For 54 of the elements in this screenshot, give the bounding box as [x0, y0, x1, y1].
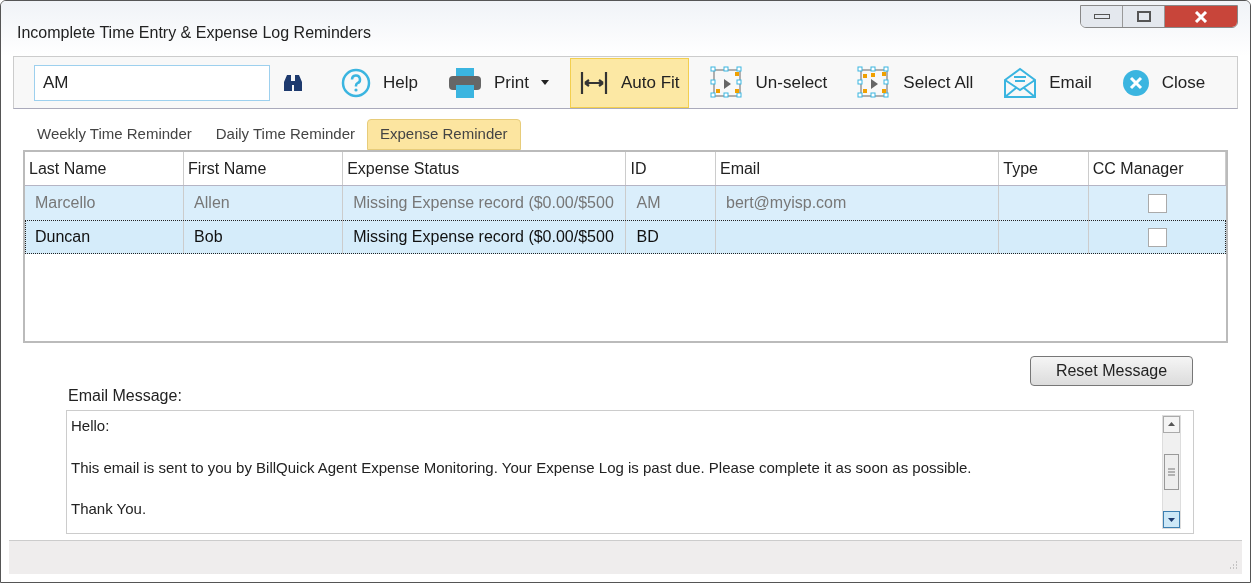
window-title: Incomplete Time Entry & Expense Log Reminders — [17, 22, 371, 43]
printer-icon — [447, 66, 482, 99]
table-cell-text: Missing Expense record ($0.00/$500 — [353, 193, 614, 213]
binoculars-icon — [282, 73, 304, 92]
reset-message-button[interactable]: Reset Message — [1030, 356, 1193, 386]
column-header[interactable]: Email — [715, 152, 1000, 185]
toolbar-button[interactable]: Print — [438, 57, 558, 108]
tab[interactable]: Expense Reminder — [367, 119, 521, 150]
scroll-down-icon — [1163, 511, 1180, 528]
table-row[interactable]: Marcello Allen Missing Expense record ($0.00/$500 AM bert@myisp.com — [25, 186, 1226, 220]
close-icon — [1121, 68, 1150, 97]
column-header[interactable]: CC Manager — [1088, 152, 1226, 185]
search-field[interactable]: AM — [34, 64, 270, 101]
envelope-icon — [1003, 66, 1038, 99]
toolbar-button[interactable]: Close — [1112, 57, 1215, 108]
message-paragraph: Thank You. — [71, 499, 148, 519]
table-cell-text: Allen — [194, 193, 230, 213]
checkbox[interactable] — [1147, 227, 1167, 247]
column-header[interactable]: Expense Status — [343, 152, 627, 185]
close-icon — [1194, 10, 1208, 23]
email-message-field[interactable]: Hello: This email is sent to you by BillQuick Agent Expense Monitoring. Your Expense Log is past due. Please complete it as soon as possible. Thank You. — [66, 410, 1194, 534]
help-icon — [341, 67, 371, 98]
column-header[interactable]: Type — [999, 152, 1089, 185]
close-button[interactable] — [1165, 6, 1237, 27]
table-cell-text: Marcello — [35, 193, 96, 213]
toolbar-button[interactable]: Help — [332, 57, 427, 108]
tab[interactable]: Weekly Time Reminder — [25, 119, 204, 150]
message-paragraph: Hello: — [71, 416, 111, 436]
selection-icon — [857, 65, 892, 100]
scroll-up-icon — [1163, 416, 1180, 433]
scroll-thumb-icon — [1164, 454, 1179, 490]
minimize-button[interactable] — [1081, 6, 1123, 27]
table-cell-text: bert@myisp.com — [726, 193, 847, 213]
checkbox[interactable] — [1147, 193, 1167, 213]
table-cell-text: BD — [636, 227, 659, 247]
toolbar-button[interactable]: Email — [994, 57, 1101, 108]
scrollbar[interactable] — [1162, 415, 1181, 529]
maximize-button[interactable] — [1123, 6, 1165, 27]
table-cell-text: Duncan — [35, 227, 91, 247]
column-header[interactable]: Last Name — [25, 152, 185, 185]
message-paragraph: This email is sent to you by BillQuick Agent Expense Monitoring. Your Expense Log is past due. Please complete it as soon as possible. — [71, 457, 973, 478]
table-cell-text: AM — [636, 193, 661, 213]
selection-icon — [709, 65, 744, 100]
resize-grip-icon — [1228, 560, 1238, 570]
toolbar-button[interactable]: Un-select — [700, 57, 837, 108]
toolbar-button[interactable]: Select All — [848, 57, 983, 108]
tab[interactable]: Daily Time Reminder — [203, 119, 367, 150]
toolbar-button[interactable]: Auto Fit — [569, 57, 689, 108]
table-cell-text: Bob — [194, 227, 223, 247]
column-header[interactable]: ID — [626, 152, 716, 185]
table-row[interactable]: Duncan Bob Missing Expense record ($0.00/$500 BD — [25, 220, 1226, 254]
column-header[interactable]: First Name — [184, 152, 344, 185]
table-cell-text: Missing Expense record ($0.00/$500 — [353, 227, 614, 247]
email-message-label: Email Message: — [68, 386, 183, 406]
